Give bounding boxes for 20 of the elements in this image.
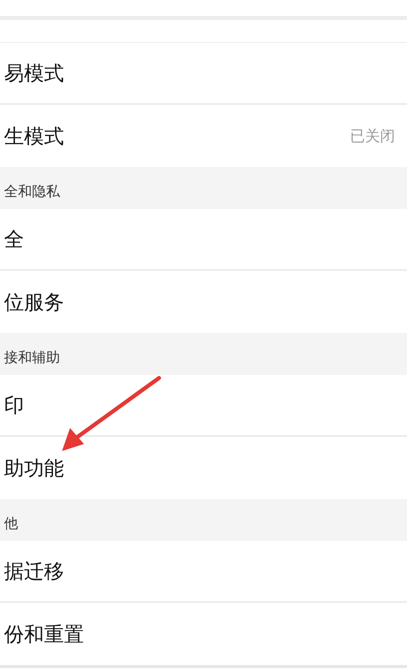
- settings-row[interactable]: 据迁移: [0, 541, 407, 603]
- row-label: 生模式: [4, 122, 64, 150]
- settings-row[interactable]: 份和重置: [0, 603, 407, 665]
- settings-row[interactable]: 全: [0, 209, 407, 271]
- section-header: 接和辅助: [4, 349, 60, 367]
- section-header: 全和隐私: [4, 183, 60, 201]
- row-label: 助功能: [4, 454, 64, 482]
- section-header: 他: [4, 515, 18, 533]
- settings-row[interactable]: 位服务: [0, 271, 407, 333]
- settings-row[interactable]: 助功能: [0, 437, 407, 499]
- row-value: 已关闭: [350, 126, 395, 146]
- row-label: 份和重置: [4, 620, 84, 648]
- row-label: 位服务: [4, 288, 64, 316]
- row-label: 印: [4, 392, 24, 418]
- settings-row[interactable]: 印: [0, 375, 407, 437]
- settings-row[interactable]: 生模式 已关闭: [0, 105, 407, 167]
- settings-row[interactable]: 易模式: [0, 43, 407, 105]
- row-label: 全: [4, 226, 24, 252]
- row-label: 据迁移: [4, 558, 64, 584]
- row-label: 易模式: [4, 60, 64, 86]
